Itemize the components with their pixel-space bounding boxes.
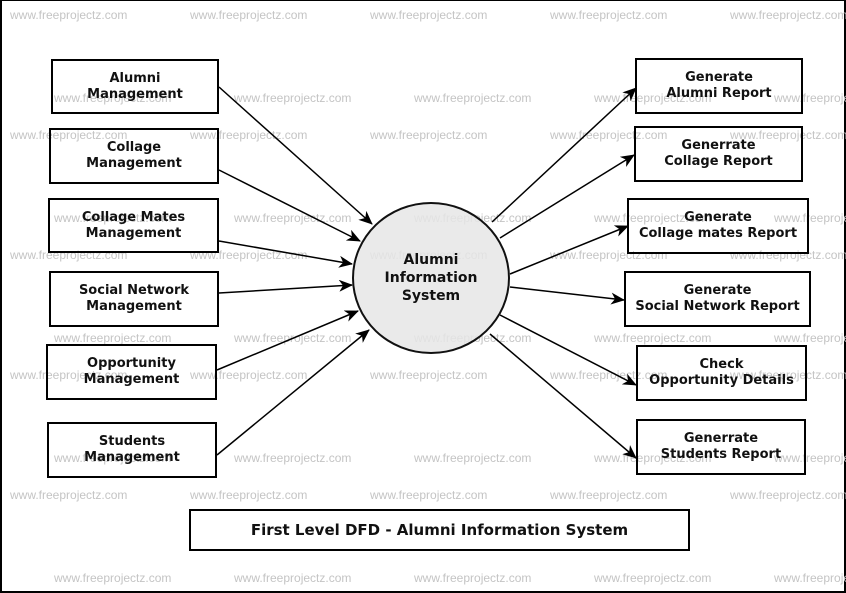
entity-generate-collage-report: Generrate Collage Report bbox=[634, 126, 803, 182]
entity-label: Students Report bbox=[660, 447, 782, 462]
diagram-title-text: First Level DFD - Alumni Information Sys… bbox=[250, 521, 629, 539]
flow-arrow bbox=[218, 169, 361, 242]
entity-label: Opportunity Details bbox=[649, 373, 794, 388]
entity-label: Management bbox=[84, 450, 180, 465]
entity-label: Collage Mates bbox=[81, 209, 186, 225]
entity-generate-students-report: Generrate Students Report bbox=[636, 419, 806, 475]
entity-alumni-management: Alumni Management bbox=[51, 59, 219, 114]
entity-label: Collage mates Report bbox=[638, 226, 798, 241]
entity-collage-mates-management: Collage Mates Management bbox=[48, 198, 219, 253]
entity-label: Management bbox=[85, 225, 182, 241]
entity-social-network-management: Social Network Management bbox=[49, 271, 219, 327]
entity-opportunity-management: Opportunity Management bbox=[46, 344, 217, 400]
process-label: System bbox=[401, 288, 461, 304]
flow-arrow bbox=[509, 225, 629, 275]
entity-label: Social Network Report bbox=[635, 299, 800, 314]
entity-label: Management bbox=[86, 299, 182, 314]
entity-label: Check bbox=[699, 357, 744, 372]
flow-arrow bbox=[218, 86, 373, 225]
entity-label: Management bbox=[86, 156, 182, 171]
entity-label: Management bbox=[87, 86, 183, 102]
process-alumni-information-system: Alumni Information System bbox=[352, 202, 510, 354]
entity-generate-alumni-report: Generate Alumni Report bbox=[635, 58, 803, 114]
entity-label: Generrate bbox=[683, 431, 759, 446]
entity-collage-management: Collage Management bbox=[49, 128, 219, 184]
entity-label: Social Network bbox=[78, 283, 190, 298]
entity-label: Management bbox=[83, 372, 180, 387]
entity-check-opportunity-details: Check Opportunity Details bbox=[636, 345, 807, 401]
entity-generate-collage-mates-report: Generate Collage mates Report bbox=[627, 198, 809, 254]
entity-label: Students bbox=[98, 434, 166, 449]
flow-arrow bbox=[491, 87, 637, 223]
flow-arrow bbox=[218, 279, 353, 294]
entity-label: Alumni bbox=[109, 70, 161, 86]
flow-arrow bbox=[499, 314, 637, 386]
entity-label: Opportunity bbox=[87, 356, 176, 371]
process-label: Information bbox=[384, 270, 478, 286]
entity-label: Collage bbox=[106, 140, 162, 155]
entity-students-management: Students Management bbox=[47, 422, 217, 478]
entity-label: Generate bbox=[684, 210, 752, 225]
entity-label: Collage Report bbox=[664, 154, 773, 169]
entity-generate-social-network-report: Generate Social Network Report bbox=[624, 271, 811, 327]
flow-arrow bbox=[489, 333, 637, 459]
entity-label: Generrate bbox=[681, 138, 756, 153]
diagram-title: First Level DFD - Alumni Information Sys… bbox=[189, 509, 690, 551]
flow-arrow bbox=[218, 240, 353, 268]
flow-arrow bbox=[509, 286, 625, 305]
entity-label: Generate bbox=[683, 283, 752, 298]
flow-arrow bbox=[216, 310, 359, 371]
flow-arrow bbox=[216, 329, 370, 456]
entity-label: Alumni Report bbox=[666, 86, 772, 101]
entity-label: Generate bbox=[685, 70, 753, 85]
process-label: Alumni bbox=[403, 252, 459, 268]
